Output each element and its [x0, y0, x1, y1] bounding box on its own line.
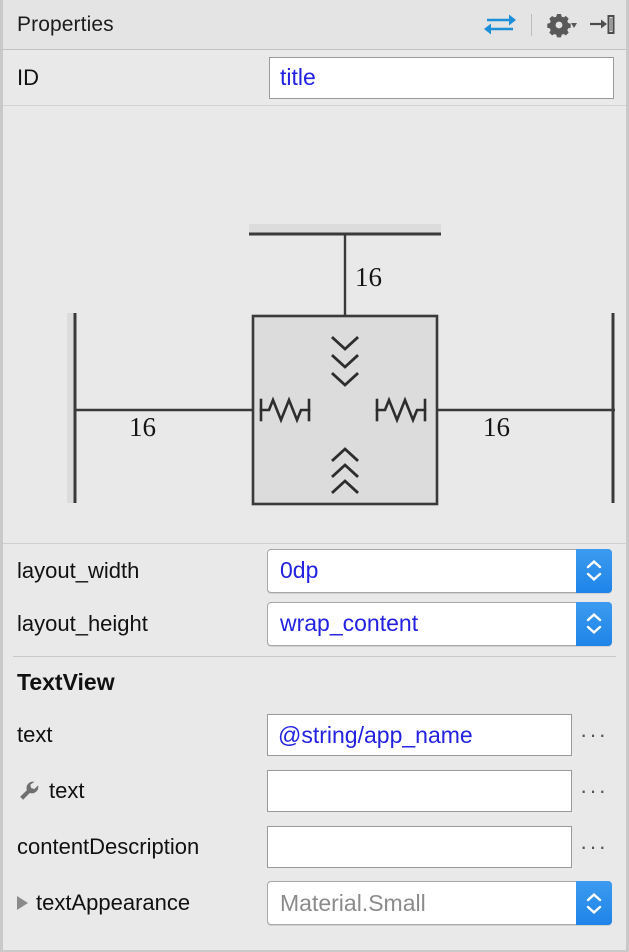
id-label: ID	[17, 64, 39, 90]
text-appearance-label: textAppearance	[17, 890, 267, 916]
textview-section-header: TextView	[17, 668, 115, 695]
properties-panel: Properties ID title 16 16 16 layout_widt…	[0, 0, 629, 952]
content-description-label: contentDescription	[17, 834, 200, 859]
tools-text-row: text ···	[3, 763, 626, 819]
layout-width-row: layout_width 0dp	[3, 544, 626, 597]
text-appearance-label-text: textAppearance	[36, 890, 191, 915]
svg-text:16: 16	[483, 412, 510, 442]
layout-height-combo[interactable]: wrap_content	[267, 601, 612, 646]
layout-width-value: 0dp	[280, 557, 319, 583]
layout-height-stepper[interactable]	[576, 601, 612, 646]
content-description-input[interactable]	[267, 826, 572, 868]
id-row: ID title	[3, 50, 626, 106]
wrench-icon	[17, 779, 41, 803]
chevron-right-icon[interactable]	[17, 896, 28, 910]
layout-width-stepper[interactable]	[576, 548, 612, 593]
id-input[interactable]: title	[269, 56, 614, 99]
layout-width-combo[interactable]: 0dp	[267, 548, 612, 593]
layout-height-label: layout_height	[17, 610, 148, 636]
text-input[interactable]: @string/app_name	[267, 714, 572, 756]
text-appearance-value: Material.Small	[280, 889, 426, 916]
tools-text-input[interactable]	[267, 770, 572, 812]
layout-height-row: layout_height wrap_content	[3, 597, 626, 650]
panel-titlebar: Properties	[3, 0, 626, 50]
tools-text-more-button[interactable]: ···	[572, 778, 616, 804]
layout-width-label: layout_width	[17, 557, 140, 583]
text-appearance-combo[interactable]: Material.Small	[267, 881, 612, 925]
text-appearance-row: textAppearance Material.Small	[3, 875, 626, 931]
titlebar-actions	[483, 0, 616, 50]
toolbar-divider	[531, 14, 532, 36]
text-more-button[interactable]: ···	[572, 722, 616, 748]
text-label: text	[17, 722, 53, 747]
svg-text:16: 16	[129, 412, 156, 442]
layout-height-value: wrap_content	[280, 610, 419, 636]
text-appearance-stepper[interactable]	[576, 881, 612, 925]
tools-text-label-text: text	[49, 778, 85, 803]
tools-text-label: text	[17, 778, 267, 804]
content-description-more-button[interactable]: ···	[572, 834, 616, 860]
gear-icon[interactable]	[546, 12, 578, 38]
constraint-widget[interactable]: 16 16 16 50 http://blog.csdn.net/	[3, 106, 626, 544]
swap-arrows-icon[interactable]	[483, 12, 517, 38]
content-description-row: contentDescription ···	[3, 819, 626, 875]
hide-panel-icon[interactable]	[588, 13, 616, 37]
svg-text:16: 16	[355, 262, 382, 292]
page-title: Properties	[17, 12, 114, 36]
text-row: text @string/app_name ···	[3, 707, 626, 763]
